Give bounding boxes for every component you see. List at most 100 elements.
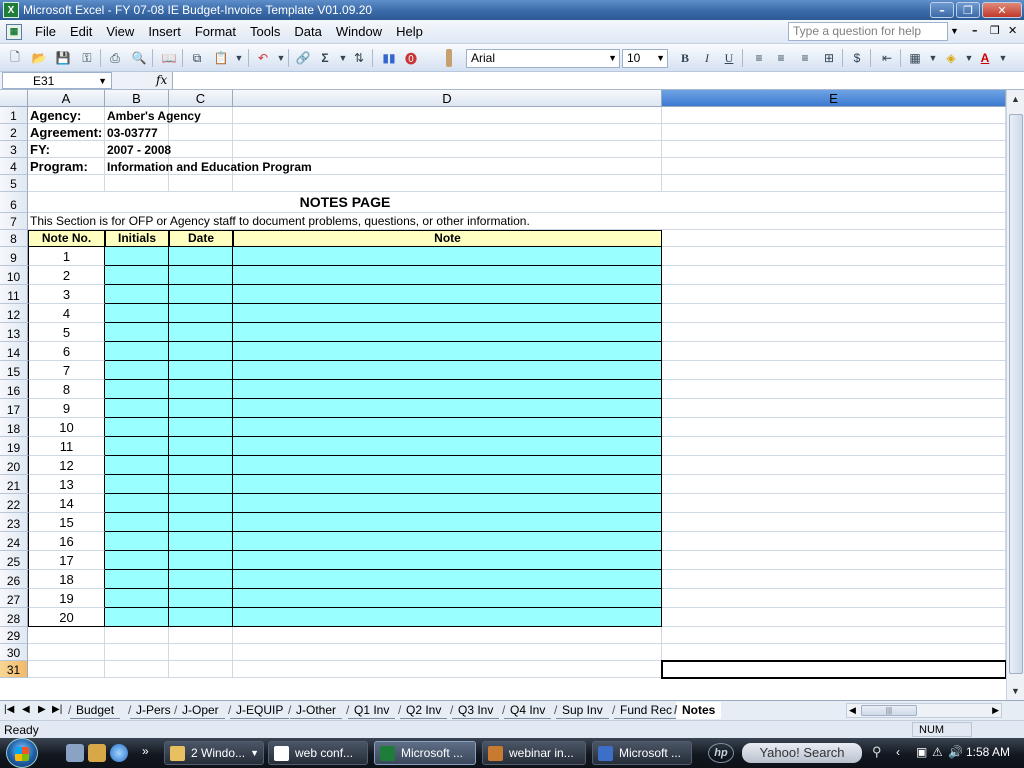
active-cell-e31[interactable]: [661, 660, 1006, 679]
note-input-cell[interactable]: [169, 551, 233, 570]
new-icon[interactable]: 🗋: [6, 49, 24, 67]
grid-cell[interactable]: [169, 627, 233, 644]
grid-cell[interactable]: [662, 380, 1006, 399]
menu-file[interactable]: File: [28, 24, 63, 39]
underline-button[interactable]: U: [720, 49, 738, 67]
note-input-cell[interactable]: [105, 475, 169, 494]
grid-cell[interactable]: [28, 627, 105, 644]
undo-icon[interactable]: ↶: [254, 49, 272, 67]
grid-cell[interactable]: [662, 399, 1006, 418]
row-header-27[interactable]: 27: [0, 589, 28, 608]
horizontal-scroll-thumb[interactable]: |||: [861, 705, 917, 716]
menu-data[interactable]: Data: [287, 24, 328, 39]
row-header-4[interactable]: 4: [0, 158, 28, 175]
note-input-cell[interactable]: [233, 304, 662, 323]
grid-cell[interactable]: [662, 285, 1006, 304]
note-input-cell[interactable]: [233, 342, 662, 361]
menu-format[interactable]: Format: [188, 24, 243, 39]
note-input-cell[interactable]: [169, 323, 233, 342]
grid-cell[interactable]: [662, 192, 1006, 213]
excel-app-icon[interactable]: X: [3, 2, 19, 18]
note-input-cell[interactable]: [169, 266, 233, 285]
sort-ascending-icon[interactable]: ⇅: [350, 49, 368, 67]
column-header-c[interactable]: C: [169, 90, 233, 107]
note-input-cell[interactable]: [169, 475, 233, 494]
clock[interactable]: 1:58 AM: [966, 745, 1010, 759]
row-header-1[interactable]: 1: [0, 107, 28, 124]
font-name-field[interactable]: Arial ▼: [466, 49, 620, 68]
grid-cell[interactable]: [662, 342, 1006, 361]
row-header-20[interactable]: 20: [0, 456, 28, 475]
note-input-cell[interactable]: [169, 285, 233, 304]
note-input-cell[interactable]: [169, 589, 233, 608]
chevron-down-icon[interactable]: ▼: [924, 49, 942, 67]
note-input-cell[interactable]: [233, 285, 662, 304]
formula-input[interactable]: [172, 72, 1024, 89]
worksheet-grid[interactable]: A B C D E 1 2 3 4 5 6 7 8 9 10 11 12 13 14 15 16 17 18 19 2…: [0, 90, 1006, 698]
document-icon[interactable]: ▦: [6, 23, 22, 40]
grid-cell[interactable]: [662, 589, 1006, 608]
sheet-tab-j-equip[interactable]: J-EQUIP: [228, 702, 290, 719]
note-input-cell[interactable]: [233, 266, 662, 285]
note-input-cell[interactable]: [105, 437, 169, 456]
row-header-28[interactable]: 28: [0, 608, 28, 627]
sheet-tab-fund-rec[interactable]: Fund Rec: [612, 702, 679, 719]
grid-cell[interactable]: [662, 213, 1006, 230]
row-header-13[interactable]: 13: [0, 323, 28, 342]
grid-cell[interactable]: [169, 175, 233, 192]
task-webinar[interactable]: webinar in...: [482, 741, 586, 765]
print-preview-icon[interactable]: 🔍: [130, 49, 148, 67]
grid-cell[interactable]: [28, 644, 105, 661]
note-input-cell[interactable]: [169, 608, 233, 627]
note-input-cell[interactable]: [169, 361, 233, 380]
grid-cell[interactable]: [105, 627, 169, 644]
scroll-left-icon[interactable]: ◀: [849, 705, 856, 716]
row-header-9[interactable]: 9: [0, 247, 28, 266]
grid-cell[interactable]: [662, 230, 1006, 247]
fill-color-icon[interactable]: ◈: [942, 49, 960, 67]
note-input-cell[interactable]: [233, 361, 662, 380]
grid-cell[interactable]: [662, 513, 1006, 532]
note-input-cell[interactable]: [233, 475, 662, 494]
chevron-right-icon[interactable]: »: [142, 744, 149, 758]
sheet-tab-q1-inv[interactable]: Q1 Inv: [346, 702, 396, 719]
next-sheet-icon[interactable]: ▶: [38, 704, 46, 715]
note-input-cell[interactable]: [233, 513, 662, 532]
row-header-11[interactable]: 11: [0, 285, 28, 304]
note-input-cell[interactable]: [105, 456, 169, 475]
row-header-19[interactable]: 19: [0, 437, 28, 456]
menu-help[interactable]: Help: [389, 24, 430, 39]
minimize-button[interactable]: –: [930, 2, 954, 18]
grid-cell[interactable]: [662, 304, 1006, 323]
menu-tools[interactable]: Tools: [243, 24, 287, 39]
grid-cell[interactable]: [662, 323, 1006, 342]
note-input-cell[interactable]: [233, 437, 662, 456]
toolbar-handle[interactable]: [446, 49, 452, 67]
start-button[interactable]: [6, 738, 38, 768]
grid-cell[interactable]: [233, 644, 662, 661]
task-microsoft-outlook[interactable]: Microsoft ...: [592, 741, 692, 765]
align-right-icon[interactable]: ≡: [796, 49, 814, 67]
font-size-field[interactable]: 10 ▼: [622, 49, 668, 68]
note-input-cell[interactable]: [105, 323, 169, 342]
note-input-cell[interactable]: [169, 513, 233, 532]
grid-cell[interactable]: [233, 175, 662, 192]
note-input-cell[interactable]: [233, 418, 662, 437]
doc-minimize-button[interactable]: –: [972, 24, 978, 37]
grid-cell[interactable]: [662, 266, 1006, 285]
row-header-26[interactable]: 26: [0, 570, 28, 589]
row-header-12[interactable]: 12: [0, 304, 28, 323]
align-center-icon[interactable]: ≡: [772, 49, 790, 67]
chevron-down-icon[interactable]: ▼: [950, 26, 959, 36]
grid-cell[interactable]: [662, 361, 1006, 380]
row-header-17[interactable]: 17: [0, 399, 28, 418]
sheet-tab-q3-inv[interactable]: Q3 Inv: [450, 702, 500, 719]
doc-close-button[interactable]: ✕: [1008, 24, 1017, 37]
row-header-7[interactable]: 7: [0, 213, 28, 230]
note-input-cell[interactable]: [169, 437, 233, 456]
row-header-14[interactable]: 14: [0, 342, 28, 361]
grid-cell[interactable]: [662, 608, 1006, 627]
italic-button[interactable]: I: [698, 49, 716, 67]
merge-center-icon[interactable]: ⊞: [820, 49, 838, 67]
volume-icon[interactable]: 🔊: [948, 745, 963, 759]
